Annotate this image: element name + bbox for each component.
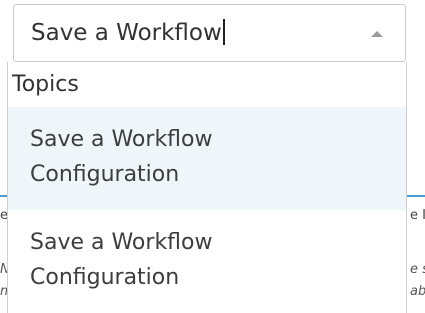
search-input-value: Save a Workflow (31, 20, 222, 46)
suggestions-dropdown: Topics Save a Workflow Configuration Sav… (7, 62, 407, 313)
dropdown-option[interactable]: Save a Workflow Configuration (8, 107, 406, 210)
background-text-fragment: e s (410, 262, 425, 277)
group-header-topics: Topics (12, 72, 79, 97)
background-text-fragment: e I (410, 208, 425, 223)
background-text-fragment: ab (410, 284, 425, 299)
option-label-line: Save a Workflow (30, 127, 213, 152)
collapse-arrow-icon[interactable] (371, 31, 383, 37)
text-cursor (222, 19, 225, 45)
dropdown-option[interactable]: Save a Workflow Configuration (8, 210, 406, 313)
search-input[interactable]: Save a Workflow (31, 18, 225, 48)
topic-search-combobox[interactable]: Save a Workflow (13, 4, 406, 62)
option-label-line: Configuration (30, 265, 180, 290)
option-label-line: Save a Workflow (30, 230, 213, 255)
option-label-line: Configuration (30, 162, 180, 187)
